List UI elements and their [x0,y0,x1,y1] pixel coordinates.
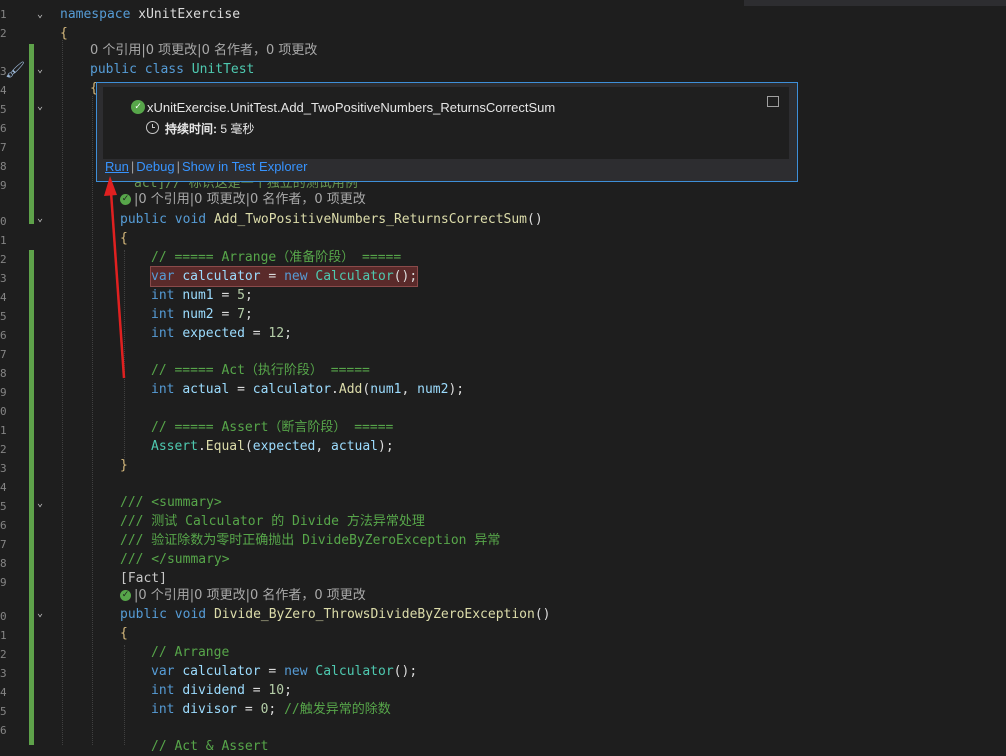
code-line[interactable]: Assert.Equal(expected, actual); [151,437,394,456]
line-number: 5 [0,500,7,513]
line-number: 4 [0,481,7,494]
indent-guide [124,645,125,745]
line-number: 0 [0,405,7,418]
line-number: 9 [0,179,7,192]
line-number: 6 [0,122,7,135]
line-number: 1 [0,8,7,21]
quick-actions-brush-icon[interactable]: 🖌 [5,60,25,80]
code-line[interactable]: // ===== Arrange（准备阶段） ===== [151,248,401,267]
code-line[interactable]: { [120,624,128,643]
line-number-gutter: 1 2 3 4 5 6 7 8 9 0 1 2 3 4 5 6 7 8 9 0 … [0,0,58,745]
line-number: 3 [0,272,7,285]
clock-icon [146,121,159,134]
line-number: 6 [0,519,7,532]
line-number: 5 [0,705,7,718]
line-number: 4 [0,686,7,699]
collapse-chevron-icon[interactable]: ⌄ [37,608,49,620]
codelens-class[interactable]: 0 个引用|0 项更改|0 名作者，0 项更改 [90,41,317,60]
test-result-popup: ✓ xUnitExercise.UnitTest.Add_TwoPositive… [96,82,798,182]
code-line[interactable]: // Act & Assert [151,737,268,756]
debug-link[interactable]: Debug [136,159,174,174]
test-name: xUnitExercise.UnitTest.Add_TwoPositiveNu… [147,100,556,115]
test-passed-icon[interactable]: ✓ [120,194,131,205]
indent-guide [92,96,93,745]
code-line[interactable]: public void Add_TwoPositiveNumbers_Retur… [120,210,543,229]
collapse-chevron-icon[interactable]: ⌄ [37,101,49,113]
code-line[interactable]: /// 验证除数为零时正确抛出 DivideByZeroException 异常 [120,531,500,550]
collapse-chevron-icon[interactable]: ⌄ [37,498,49,510]
code-line[interactable]: int dividend = 10; [151,681,292,700]
line-number: 0 [0,610,7,623]
line-number: 8 [0,160,7,173]
code-line[interactable]: int num1 = 5; [151,286,253,305]
line-number: 1 [0,629,7,642]
line-number: 6 [0,724,7,737]
line-number: 2 [0,253,7,266]
code-line[interactable]: { [60,24,68,43]
line-number: 2 [0,443,7,456]
popup-actions: Run | Debug | Show in Test Explorer [105,159,308,174]
line-number: 3 [0,462,7,475]
popup-content: ✓ xUnitExercise.UnitTest.Add_TwoPositive… [103,87,789,159]
test-passed-icon[interactable]: ✓ [120,590,131,601]
line-number: 8 [0,367,7,380]
line-number: 1 [0,424,7,437]
code-line[interactable]: int expected = 12; [151,324,292,343]
code-line[interactable]: { [120,229,128,248]
code-line[interactable]: var calculator = new Calculator(); [151,662,417,681]
code-line[interactable]: public class UnitTest [90,60,254,79]
line-number: 3 [0,667,7,680]
line-number: 9 [0,576,7,589]
indent-guide [62,40,63,745]
code-line[interactable]: /// <summary> [120,493,222,512]
line-number: 4 [0,84,7,97]
change-indicator-bar [29,44,34,224]
line-number: 5 [0,310,7,323]
codelens-method[interactable]: ✓ |0 个引用|0 项更改|0 名作者，0 项更改 [120,586,366,605]
code-line[interactable]: // ===== Act（执行阶段） ===== [151,361,370,380]
line-number: 8 [0,557,7,570]
line-number: 7 [0,141,7,154]
collapse-chevron-icon[interactable]: ⌄ [37,213,49,225]
duration: 持续时间: 5 毫秒 [165,122,255,136]
line-number: 2 [0,27,7,40]
line-number: 6 [0,329,7,342]
code-line[interactable]: int num2 = 7; [151,305,253,324]
collapse-chevron-icon[interactable]: ⌄ [37,9,49,21]
line-number: 1 [0,234,7,247]
code-line[interactable]: /// 测试 Calculator 的 Divide 方法异常处理 [120,512,425,531]
line-number: 7 [0,538,7,551]
code-line[interactable]: } [120,456,128,475]
indent-guide [124,250,125,460]
line-number: 0 [0,215,7,228]
code-line[interactable]: int divisor = 0; //触发异常的除数 [151,700,391,719]
codelens-method[interactable]: ✓ |0 个引用|0 项更改|0 名作者，0 项更改 [120,190,366,209]
line-number: 4 [0,291,7,304]
code-line[interactable]: // ===== Assert（断言阶段） ===== [151,418,393,437]
line-number: 2 [0,648,7,661]
code-line-highlighted[interactable]: var calculator = new Calculator(); [149,266,419,287]
code-line[interactable]: namespace xUnitExercise [60,5,240,24]
line-number: 5 [0,103,7,116]
code-line[interactable]: /// </summary> [120,550,230,569]
test-passed-icon: ✓ [131,100,145,114]
code-line[interactable]: public void Divide_ByZero_ThrowsDivideBy… [120,605,551,624]
run-link[interactable]: Run [105,159,129,174]
line-number: 7 [0,348,7,361]
expand-icon[interactable] [767,96,779,107]
line-number: 9 [0,386,7,399]
code-line[interactable]: int actual = calculator.Add(num1, num2); [151,380,464,399]
code-line[interactable]: // Arrange [151,643,229,662]
show-in-test-explorer-link[interactable]: Show in Test Explorer [182,159,308,174]
collapse-chevron-icon[interactable]: ⌄ [37,64,49,76]
change-indicator-bar [29,250,34,745]
